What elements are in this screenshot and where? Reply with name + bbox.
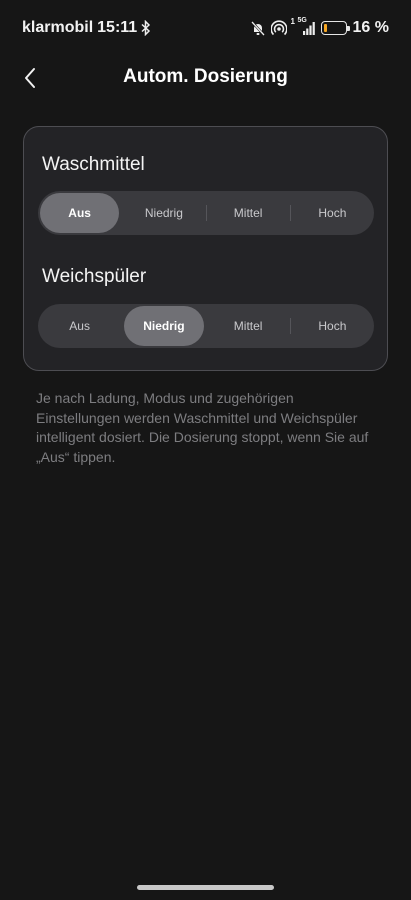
softener-option-hoch[interactable]: Hoch bbox=[293, 306, 372, 346]
softener-option-mittel[interactable]: Mittel bbox=[209, 306, 288, 346]
segment-divider bbox=[206, 318, 207, 334]
battery-percent: 16 % bbox=[352, 19, 389, 36]
page-title: Autom. Dosierung bbox=[123, 66, 288, 87]
status-bar-right: 1 5G 16 % bbox=[250, 0, 389, 56]
clock: 15:11 bbox=[97, 19, 138, 36]
detergent-option-aus[interactable]: Aus bbox=[40, 193, 120, 233]
home-indicator[interactable] bbox=[137, 885, 274, 890]
header: Autom. Dosierung bbox=[0, 56, 411, 100]
segment-divider bbox=[121, 318, 122, 334]
softener-option-niedrig[interactable]: Niedrig bbox=[124, 306, 204, 346]
detergent-option-hoch[interactable]: Hoch bbox=[293, 193, 372, 233]
segment-divider bbox=[289, 318, 291, 334]
dosing-settings-card: Waschmittel Aus Niedrig Mittel Hoch Weic… bbox=[23, 126, 388, 371]
battery-icon bbox=[320, 21, 350, 35]
status-bar-left: klarmobil 15:11 bbox=[22, 19, 151, 37]
hotspot-icon bbox=[270, 20, 287, 36]
segment-divider bbox=[205, 205, 207, 221]
status-bar: klarmobil 15:11 1 5G 16 % bbox=[0, 0, 411, 56]
segment-divider bbox=[289, 205, 291, 221]
detergent-option-mittel[interactable]: Mittel bbox=[209, 193, 288, 233]
detergent-segmented-control: Aus Niedrig Mittel Hoch bbox=[38, 191, 374, 235]
segment-divider bbox=[121, 205, 122, 221]
softener-segmented-control: Aus Niedrig Mittel Hoch bbox=[38, 304, 374, 348]
detergent-label: Waschmittel bbox=[42, 154, 145, 175]
network-label: 5G bbox=[297, 17, 307, 24]
carrier-name: klarmobil bbox=[22, 19, 94, 36]
sim-label: 1 bbox=[290, 17, 295, 26]
mute-bell-icon bbox=[250, 20, 265, 36]
softener-label: Weichspüler bbox=[42, 266, 147, 287]
bluetooth-icon bbox=[141, 20, 151, 36]
battery-level bbox=[323, 24, 327, 32]
softener-option-aus[interactable]: Aus bbox=[40, 306, 119, 346]
dosing-description: Je nach Ladung, Modus und zugehörigen Ei… bbox=[36, 390, 369, 465]
signal-icon: 1 5G bbox=[291, 17, 315, 35]
detergent-option-niedrig[interactable]: Niedrig bbox=[124, 193, 203, 233]
